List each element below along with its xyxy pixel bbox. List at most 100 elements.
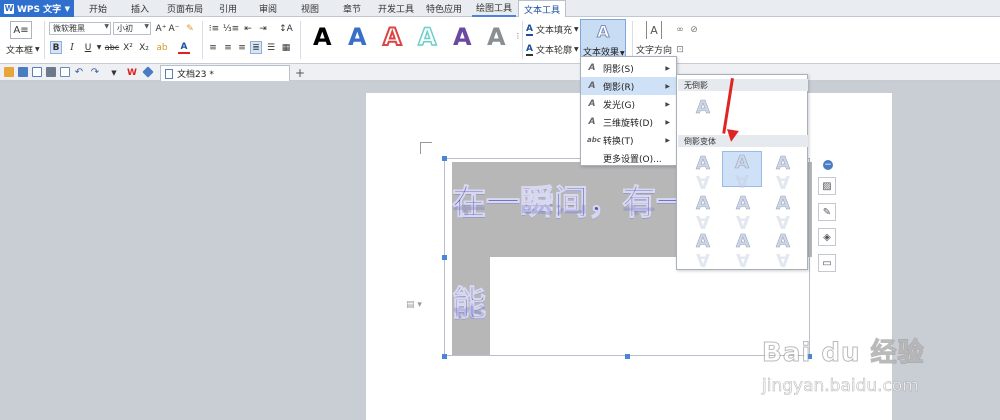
edit-shape-icon[interactable]: ✎: [818, 203, 836, 221]
tab-special[interactable]: 特色应用: [422, 0, 466, 17]
outdent-icon[interactable]: ⇤: [242, 22, 254, 35]
reflection-variant-6[interactable]: AA: [763, 193, 803, 232]
numbered-list-icon[interactable]: ⅓≡: [223, 22, 239, 35]
redo-icon[interactable]: ↷: [90, 66, 100, 79]
text-style-teal-outline[interactable]: A: [417, 22, 437, 52]
reflection-variant-7[interactable]: AA: [683, 231, 723, 270]
text-style-gray[interactable]: A: [487, 23, 506, 51]
reflection-variant-8[interactable]: AA: [723, 231, 763, 270]
shrink-font-icon[interactable]: A⁻: [168, 22, 180, 35]
highlight-icon[interactable]: ab: [155, 41, 169, 54]
tab-review[interactable]: 审阅: [252, 0, 284, 17]
collapse-icon[interactable]: −: [823, 160, 833, 170]
gallery-more-icon[interactable]: ⋮: [515, 29, 522, 42]
text-direction-icon[interactable]: A: [646, 21, 662, 39]
menu-item-shadow[interactable]: A 阴影(S) ▶: [581, 59, 676, 77]
open-folder-icon[interactable]: [4, 67, 14, 77]
tab-text-tools[interactable]: 文本工具: [518, 0, 566, 18]
bold-button[interactable]: B: [50, 41, 62, 54]
text-style-red-outline[interactable]: A: [382, 22, 403, 52]
tab-page-layout[interactable]: 页面布局: [163, 0, 207, 17]
textbox-icon[interactable]: A≡: [10, 21, 32, 39]
chevron-down-icon: ▼: [573, 26, 579, 33]
tab-insert[interactable]: 插入: [122, 0, 158, 17]
tab-home[interactable]: 开始: [80, 0, 116, 17]
text-effect-menu: A 阴影(S) ▶ A 倒影(R) ▶ A 发光(G) ▶ A 三维旋转(D) …: [580, 56, 677, 166]
reflection-variant-1[interactable]: AA: [683, 153, 723, 192]
resize-handle[interactable]: [442, 156, 447, 161]
save-icon[interactable]: [18, 67, 28, 77]
layout-options-icon[interactable]: ▨: [818, 177, 836, 195]
save-as-icon[interactable]: [32, 67, 42, 77]
reflection-none-option[interactable]: A: [683, 97, 723, 133]
undo-icon[interactable]: ↶: [74, 66, 84, 79]
text-style-blue[interactable]: A: [348, 23, 367, 51]
outline-icon[interactable]: ▭: [818, 254, 836, 272]
cloud-box-icon[interactable]: [142, 66, 154, 78]
reflection-variant-4[interactable]: AA: [683, 193, 723, 232]
menu-item-more-settings[interactable]: 更多设置(O)...: [581, 149, 676, 167]
reflection-variant-2[interactable]: AA: [722, 151, 762, 191]
align-left-icon[interactable]: ≡: [207, 41, 219, 54]
customize-chevron-icon[interactable]: ▼: [110, 66, 118, 79]
font-size-select[interactable]: 小初 ▼: [113, 22, 151, 35]
font-name-select[interactable]: 微软雅黑 ▼: [49, 22, 111, 35]
chevron-down-icon[interactable]: ▼: [96, 41, 102, 54]
tab-references[interactable]: 引用: [212, 0, 244, 17]
italic-button[interactable]: I: [66, 41, 78, 54]
textbox-button[interactable]: 文本框 ▼: [6, 43, 40, 56]
text-style-purple[interactable]: A: [453, 23, 472, 51]
reflection-variant-5[interactable]: AA: [723, 193, 763, 232]
unlink-icon[interactable]: ⊘: [688, 23, 700, 36]
tab-view[interactable]: 视图: [294, 0, 326, 17]
clear-format-icon[interactable]: ✎: [184, 22, 196, 35]
indent-icon[interactable]: ⇥: [257, 22, 269, 35]
paragraph-settings-icon[interactable]: ▦: [280, 41, 292, 54]
menu-item-label: 转换(T): [603, 136, 634, 147]
align-text-icon[interactable]: ⊡: [674, 43, 686, 56]
distribute-icon[interactable]: ☰: [265, 41, 277, 54]
transform-icon: abc: [587, 136, 601, 144]
line-spacing-icon[interactable]: ↕A: [279, 22, 293, 35]
document-tab[interactable]: 文档23 *: [160, 65, 290, 81]
chevron-down-icon: ▼: [104, 23, 109, 30]
print-icon[interactable]: [46, 67, 56, 77]
wps-cloud-icon[interactable]: W: [126, 66, 138, 79]
underline-button[interactable]: U: [82, 41, 94, 54]
resize-handle[interactable]: [442, 255, 447, 260]
align-right-icon[interactable]: ≡: [236, 41, 248, 54]
resize-handle[interactable]: [625, 354, 630, 359]
grow-font-icon[interactable]: A⁺: [155, 22, 167, 35]
link-icon[interactable]: ∞: [674, 23, 686, 36]
strikethrough-button[interactable]: abc: [104, 41, 120, 54]
subscript-button[interactable]: X₂: [138, 41, 150, 54]
print-preview-icon[interactable]: [60, 67, 70, 77]
app-menu-button[interactable]: W WPS 文字 ▼: [0, 0, 74, 17]
baidu-watermark: Bai du 经验 jingyan.baidu.com: [762, 330, 994, 410]
reflection-variant-9[interactable]: AA: [763, 231, 803, 270]
new-tab-icon[interactable]: +: [294, 66, 306, 80]
divider: [202, 21, 203, 59]
menu-item-label: 更多设置(O)...: [603, 154, 662, 165]
fill-bucket-icon[interactable]: ◈: [818, 228, 836, 246]
text-fill-button[interactable]: A 文本填充 ▼: [526, 23, 579, 36]
tab-chapter[interactable]: 章节: [336, 0, 368, 17]
menu-item-3d-rotation[interactable]: A 三维旋转(D) ▶: [581, 113, 676, 131]
paragraph-marker-icon[interactable]: ▤ ▾: [406, 300, 422, 310]
text-effect-button[interactable]: A 文本效果▼: [580, 19, 626, 60]
tab-developer[interactable]: 开发工具: [374, 0, 418, 17]
resize-handle[interactable]: [442, 354, 447, 359]
text-style-black[interactable]: A: [313, 23, 332, 51]
superscript-button[interactable]: X²: [122, 41, 134, 54]
align-center-icon[interactable]: ≡: [222, 41, 234, 54]
text-direction-button[interactable]: 文字方向: [636, 43, 672, 56]
bullet-list-icon[interactable]: ⁝≡: [207, 22, 221, 35]
menu-item-reflection[interactable]: A 倒影(R) ▶: [581, 77, 676, 95]
reflection-variant-3[interactable]: AA: [763, 153, 803, 192]
font-color-icon[interactable]: A: [178, 41, 190, 54]
tab-drawing-tools[interactable]: 绘图工具: [472, 0, 516, 17]
justify-icon[interactable]: ≣: [250, 41, 262, 54]
menu-item-glow[interactable]: A 发光(G) ▶: [581, 95, 676, 113]
menu-item-transform[interactable]: abc 转换(T) ▶: [581, 131, 676, 149]
text-outline-button[interactable]: A 文本轮廓 ▼: [526, 43, 579, 56]
